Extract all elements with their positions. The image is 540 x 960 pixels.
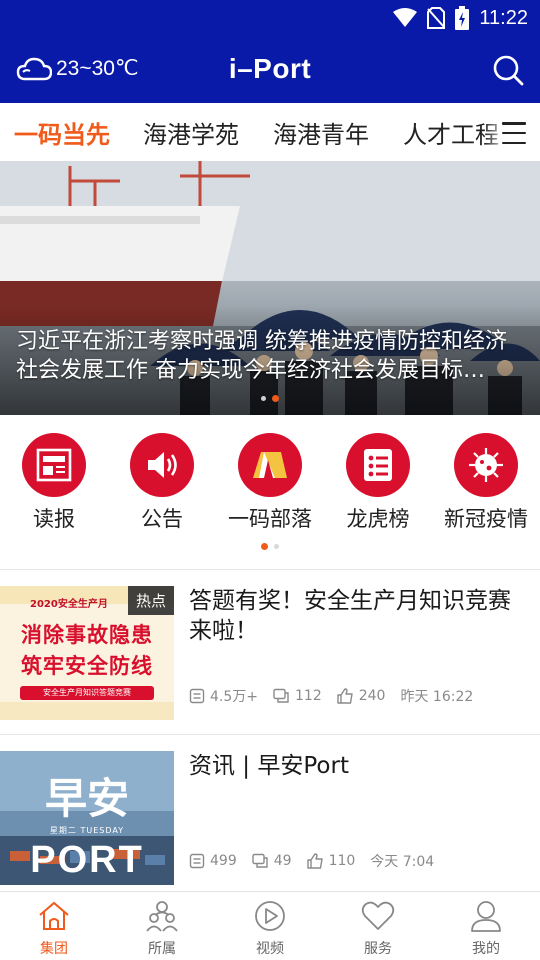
banner-dot xyxy=(261,396,266,401)
quick-dot xyxy=(274,544,279,549)
thumbs-up-icon xyxy=(306,853,323,869)
heart-icon xyxy=(361,901,395,930)
quick-entry-label: 公告 xyxy=(141,507,183,531)
tab-haigang-qingnian[interactable]: 海港青年 xyxy=(273,115,369,150)
nav-label: 服务 xyxy=(364,941,392,957)
banner-dot-active xyxy=(272,395,279,402)
nav-jituan[interactable]: 集团 xyxy=(0,900,108,958)
list-icon xyxy=(346,433,410,497)
news-thumbnail: 2020安全生产月 消除事故隐患 筑牢安全防线 安全生产月知识答题竞赛 热点 xyxy=(0,586,174,720)
app-bar: 23~30℃ i–Port xyxy=(0,44,540,96)
nav-suoshu[interactable]: 所属 xyxy=(108,900,216,958)
user-icon xyxy=(471,901,501,932)
news-meta: 4.5万+ 112 240 昨天 16:22 xyxy=(189,686,530,706)
news-meta: 499 49 110 今天 7:04 xyxy=(189,851,530,871)
category-tabs: 一码当先 海港学苑 海港青年 人才工程 xyxy=(0,103,540,161)
read-count: 4.5万+ xyxy=(189,686,258,706)
menu-icon[interactable] xyxy=(502,122,526,144)
nav-label: 集团 xyxy=(40,941,68,957)
quick-dot-active xyxy=(261,543,268,550)
read-icon xyxy=(189,853,205,869)
thumb-line-1: 消除事故隐患 xyxy=(21,623,153,647)
nav-shipin[interactable]: 视频 xyxy=(216,900,324,958)
read-icon xyxy=(189,688,205,704)
news-title: 答题有奖！安全生产月知识竞赛来啦！ xyxy=(189,588,511,644)
group-icon xyxy=(146,901,178,932)
thumb-line-2: 筑牢安全防线 xyxy=(21,654,153,678)
comment-count-value: 112 xyxy=(295,688,322,704)
wifi-icon xyxy=(393,8,418,27)
like-count: 110 xyxy=(306,853,356,869)
quick-entry-label: 读报 xyxy=(33,507,75,531)
newspaper-icon xyxy=(22,433,86,497)
nav-fuwu[interactable]: 服务 xyxy=(324,900,432,958)
comment-count: 112 xyxy=(273,688,322,704)
play-icon xyxy=(255,901,285,931)
tent-icon xyxy=(238,433,302,497)
tab-haigang-xueyuan[interactable]: 海港学苑 xyxy=(143,115,239,150)
nav-label: 视频 xyxy=(256,941,284,957)
search-button[interactable] xyxy=(492,54,524,86)
quick-entry-dubao[interactable]: 读报 xyxy=(0,433,108,533)
quick-entry-longhubang[interactable]: 龙虎榜 xyxy=(324,433,432,533)
thumb-big-text: 早安 xyxy=(44,774,129,823)
thumb-sub-text: 星期二 TUESDAY xyxy=(49,826,125,835)
speaker-icon xyxy=(130,433,194,497)
quick-entry-gonggao[interactable]: 公告 xyxy=(108,433,216,533)
comment-count-value: 49 xyxy=(273,853,292,869)
news-item[interactable]: 早安 星期二 TUESDAY PORT 资讯 | 早安Port 499 49 1… xyxy=(0,735,540,885)
nav-wode[interactable]: 我的 xyxy=(432,900,540,958)
publish-time: 昨天 16:22 xyxy=(400,689,474,705)
read-count: 499 xyxy=(189,853,237,869)
status-time: 11:22 xyxy=(479,6,528,29)
quick-entry-xinguan-yiqing[interactable]: 新冠疫情 xyxy=(432,433,540,533)
hot-badge: 热点 xyxy=(127,586,174,615)
weather-temperature: 23~30℃ xyxy=(56,57,139,80)
quick-entry-label: 龙虎榜 xyxy=(346,507,410,531)
thumbs-up-icon xyxy=(337,688,353,704)
like-count-value: 240 xyxy=(358,688,386,704)
banner-carousel[interactable]: 习近平在浙江考察时强调 统筹推进疫情防控和经济社会发展工作 奋力实现今年经济社会… xyxy=(0,161,540,415)
status-bar: 11:22 xyxy=(0,0,540,36)
comment-count: 49 xyxy=(252,853,292,869)
tab-yima-dangxian[interactable]: 一码当先 xyxy=(14,115,110,150)
thumb-port-text: PORT xyxy=(30,839,144,881)
quick-entry-yima-buluo[interactable]: 一码部落 xyxy=(216,433,324,533)
bottom-navigation: 集团 所属 视频 服务 我的 xyxy=(0,891,540,960)
cloud-icon xyxy=(16,57,52,80)
app-header: 11:22 23~30℃ i–Port xyxy=(0,0,540,103)
comment-icon xyxy=(252,853,268,868)
search-icon xyxy=(493,55,524,86)
news-item[interactable]: 2020安全生产月 消除事故隐患 筑牢安全防线 安全生产月知识答题竞赛 热点 答… xyxy=(0,570,540,720)
banner-caption: 习近平在浙江考察时强调 统筹推进疫情防控和经济社会发展工作 奋力实现今年经济社会… xyxy=(16,329,507,383)
news-title: 资讯 | 早安Port xyxy=(189,753,349,779)
read-count-value: 4.5万+ xyxy=(210,689,258,705)
home-icon xyxy=(39,901,69,930)
banner-pagination xyxy=(0,395,540,402)
comment-icon xyxy=(273,688,289,703)
nav-label: 所属 xyxy=(148,941,176,957)
news-thumbnail: 早安 星期二 TUESDAY PORT xyxy=(0,751,174,885)
status-icons: 11:22 xyxy=(393,5,528,31)
battery-charging-icon xyxy=(455,6,470,30)
nav-label: 我的 xyxy=(472,941,500,957)
thumb-footer: 安全生产月知识答题竞赛 xyxy=(43,688,131,697)
quick-entry-label: 一码部落 xyxy=(228,507,312,531)
like-count: 240 xyxy=(337,688,386,704)
quick-entry-label: 新冠疫情 xyxy=(444,507,528,531)
publish-time: 今天 7:04 xyxy=(370,854,435,870)
thumb-year-line: 2020安全生产月 xyxy=(30,599,108,610)
weather-widget[interactable]: 23~30℃ xyxy=(16,56,139,81)
quick-entries-pagination xyxy=(0,543,540,550)
like-count-value: 110 xyxy=(328,853,356,869)
virus-icon xyxy=(454,433,518,497)
read-count-value: 499 xyxy=(210,853,237,869)
no-sim-icon xyxy=(427,7,446,29)
quick-entries: 读报 公告 一码部落 龙虎榜 新冠疫情 xyxy=(0,415,540,570)
